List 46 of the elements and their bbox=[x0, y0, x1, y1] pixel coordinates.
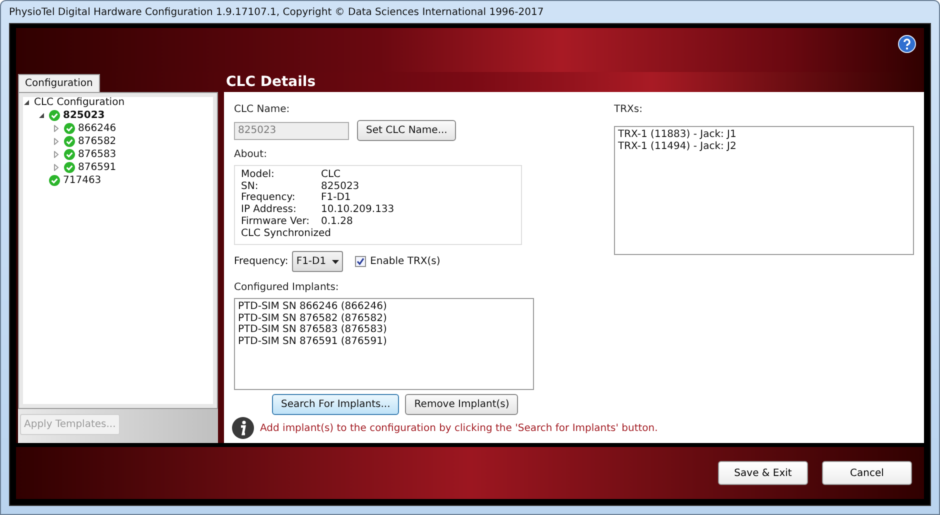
clc-name-label: CLC Name: bbox=[234, 104, 291, 115]
frequency-dropdown[interactable]: F1-D1 bbox=[292, 251, 344, 272]
save-exit-button[interactable]: Save & Exit bbox=[718, 461, 808, 485]
about-value: F1-D1 bbox=[321, 192, 351, 204]
details-title: CLC Details bbox=[226, 74, 316, 90]
about-key: SN: bbox=[241, 180, 321, 192]
implant-item[interactable]: PTD-SIM SN 876591 (876591) bbox=[238, 336, 530, 348]
sync-status: CLC Synchronized bbox=[241, 228, 332, 240]
configuration-tab[interactable]: Configuration bbox=[18, 74, 100, 92]
search-implants-button[interactable]: Search For Implants... bbox=[272, 394, 400, 415]
implants-label: Configured Implants: bbox=[234, 282, 340, 293]
tree-item[interactable]: 866246 bbox=[78, 123, 116, 134]
about-value: CLC bbox=[321, 169, 341, 181]
implant-item[interactable]: PTD-SIM SN 876583 (876583) bbox=[238, 324, 530, 336]
remove-implant-button[interactable]: Remove Implant(s) bbox=[405, 394, 518, 415]
set-name-button[interactable]: Set CLC Name... bbox=[357, 120, 456, 141]
window-title: PhysioTel Digital Hardware Configuration 1.9.17107.1, Copyright © Data Sciences International 1996-2017 bbox=[9, 6, 544, 18]
about-key: Firmware Ver: bbox=[241, 216, 321, 228]
about-value: 825023 bbox=[321, 180, 360, 192]
trx-item[interactable]: TRX-1 (11883) - Jack: J1 bbox=[618, 129, 910, 141]
implant-item[interactable]: PTD-SIM SN 866246 (866246) bbox=[238, 301, 530, 313]
info-message: Add implant(s) to the configuration by clicking the 'Search for Implants' button. bbox=[260, 422, 658, 434]
help-icon[interactable] bbox=[898, 35, 916, 53]
clc-name-field[interactable]: 825023 bbox=[234, 122, 349, 140]
trx-item[interactable]: TRX-1 (11494) - Jack: J2 bbox=[618, 140, 910, 152]
about-value: 10.10.209.133 bbox=[321, 204, 394, 216]
caret-icon bbox=[332, 260, 340, 264]
enable-trx-label[interactable]: Enable TRX(s) bbox=[370, 256, 440, 267]
tree-item[interactable]: 876583 bbox=[78, 149, 116, 160]
about-key: Model: bbox=[241, 169, 321, 181]
checkbox[interactable] bbox=[355, 256, 366, 267]
tree-item[interactable]: 717463 bbox=[63, 175, 102, 186]
cancel-button[interactable]: Cancel bbox=[822, 461, 912, 485]
expander-icon[interactable] bbox=[38, 112, 45, 119]
tree-item[interactable]: CLC Configuration bbox=[34, 97, 125, 108]
about-key: Frequency: bbox=[241, 192, 321, 204]
tree-item[interactable]: 876591 bbox=[78, 162, 116, 173]
implant-item[interactable]: PTD-SIM SN 876582 (876582) bbox=[238, 312, 530, 324]
frequency-label: Frequency: bbox=[234, 256, 288, 267]
expander-icon[interactable] bbox=[23, 99, 30, 106]
trxs-label: TRXs: bbox=[614, 104, 644, 115]
tree-item[interactable]: 825023 bbox=[63, 110, 105, 121]
about-value: 0.1.28 bbox=[321, 216, 353, 228]
about-key: IP Address: bbox=[241, 204, 321, 216]
tree-item[interactable]: 876582 bbox=[78, 136, 116, 147]
about-label: About: bbox=[234, 149, 268, 160]
